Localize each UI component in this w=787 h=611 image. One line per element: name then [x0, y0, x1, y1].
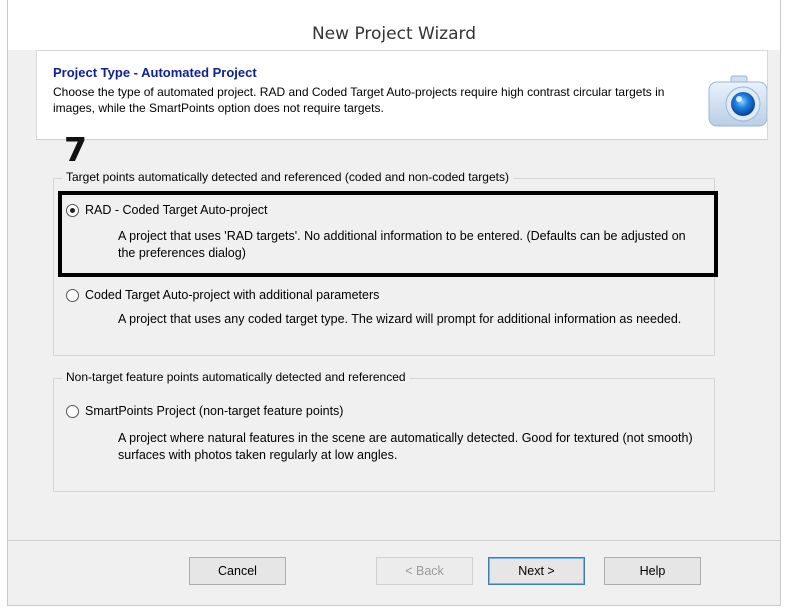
option-label: SmartPoints Project (non-target feature …	[85, 404, 344, 418]
header-title: Project Type - Automated Project	[53, 65, 257, 80]
window-title: New Project Wizard	[311, 24, 477, 44]
group-legend: Non-target feature points automatically …	[62, 370, 410, 384]
option-description: A project that uses any coded target typ…	[118, 312, 682, 326]
radio-coded-target-additional[interactable]: Coded Target Auto-project with additiona…	[66, 288, 379, 302]
footer-divider	[8, 540, 780, 541]
title-bar: New Project Wizard	[8, 0, 780, 50]
header-description: Choose the type of automated project. RA…	[53, 85, 665, 115]
radio-smartpoints-project[interactable]: SmartPoints Project (non-target feature …	[66, 404, 343, 418]
radio-button[interactable]	[66, 288, 79, 302]
back-button[interactable]: < Back	[376, 557, 473, 585]
step-number-annotation: 7	[64, 130, 87, 169]
radio-button[interactable]	[66, 404, 79, 418]
camera-icon	[708, 75, 767, 127]
group-legend: Target points automatically detected and…	[62, 170, 513, 184]
help-button[interactable]: Help	[604, 557, 701, 585]
cancel-button[interactable]: Cancel	[189, 557, 286, 585]
annotation-highlight-box	[58, 191, 718, 277]
option-description: A project where natural features in the …	[118, 431, 693, 462]
wizard-header: Project Type - Automated Project Choose …	[36, 50, 768, 140]
next-button[interactable]: Next >	[488, 557, 585, 585]
option-label: Coded Target Auto-project with additiona…	[85, 288, 380, 302]
